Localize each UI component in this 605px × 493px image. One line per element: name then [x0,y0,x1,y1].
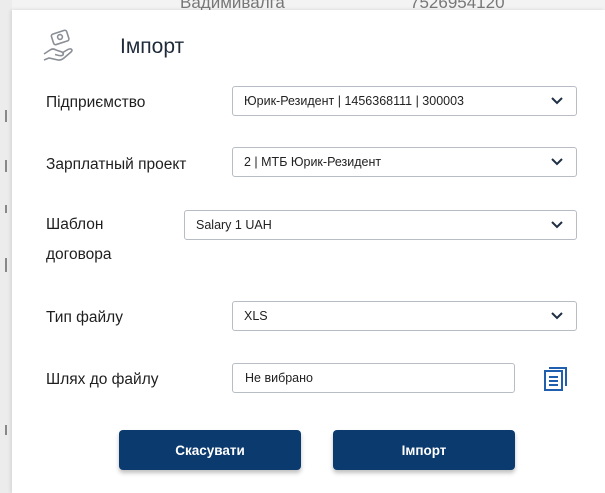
salary-project-label: Зарплатный проект [46,156,187,173]
contract-template-select[interactable]: Salary 1 UAH [184,210,577,240]
file-type-label: Тип файлу [46,309,123,326]
company-select[interactable]: Юрик-Резидент | 1456368111 | 300003 [232,86,577,116]
chevron-down-icon [551,97,563,105]
company-label: Підприємство [46,94,146,111]
chevron-down-icon [551,312,563,320]
salary-project-value: 2 | МТБ Юрик-Резидент [244,155,382,169]
file-type-select[interactable]: XLS [232,301,577,331]
company-value: Юрик-Резидент | 1456368111 | 300003 [244,94,465,108]
dialog-title: Імпорт [120,35,185,58]
contract-template-label-line2: договора [46,246,112,263]
browse-file-icon[interactable] [542,366,568,392]
import-button[interactable]: Імпорт [333,430,515,470]
import-dialog: Імпорт Підприємство Юрик-Резидент | 1456… [12,10,605,493]
file-path-label: Шлях до файлу [46,371,159,388]
file-type-value: XLS [244,309,268,323]
contract-template-label-line1: Шаблон [46,216,104,233]
contract-template-value: Salary 1 UAH [196,218,272,232]
import-hand-icon [43,29,73,61]
salary-project-select[interactable]: 2 | МТБ Юрик-Резидент [232,147,577,177]
chevron-down-icon [551,158,563,166]
cancel-button[interactable]: Скасувати [119,430,301,470]
file-path-input[interactable]: Не вибрано [232,363,515,393]
chevron-down-icon [551,221,563,229]
background-left-edge [0,0,12,493]
file-path-value: Не вибрано [245,371,313,385]
